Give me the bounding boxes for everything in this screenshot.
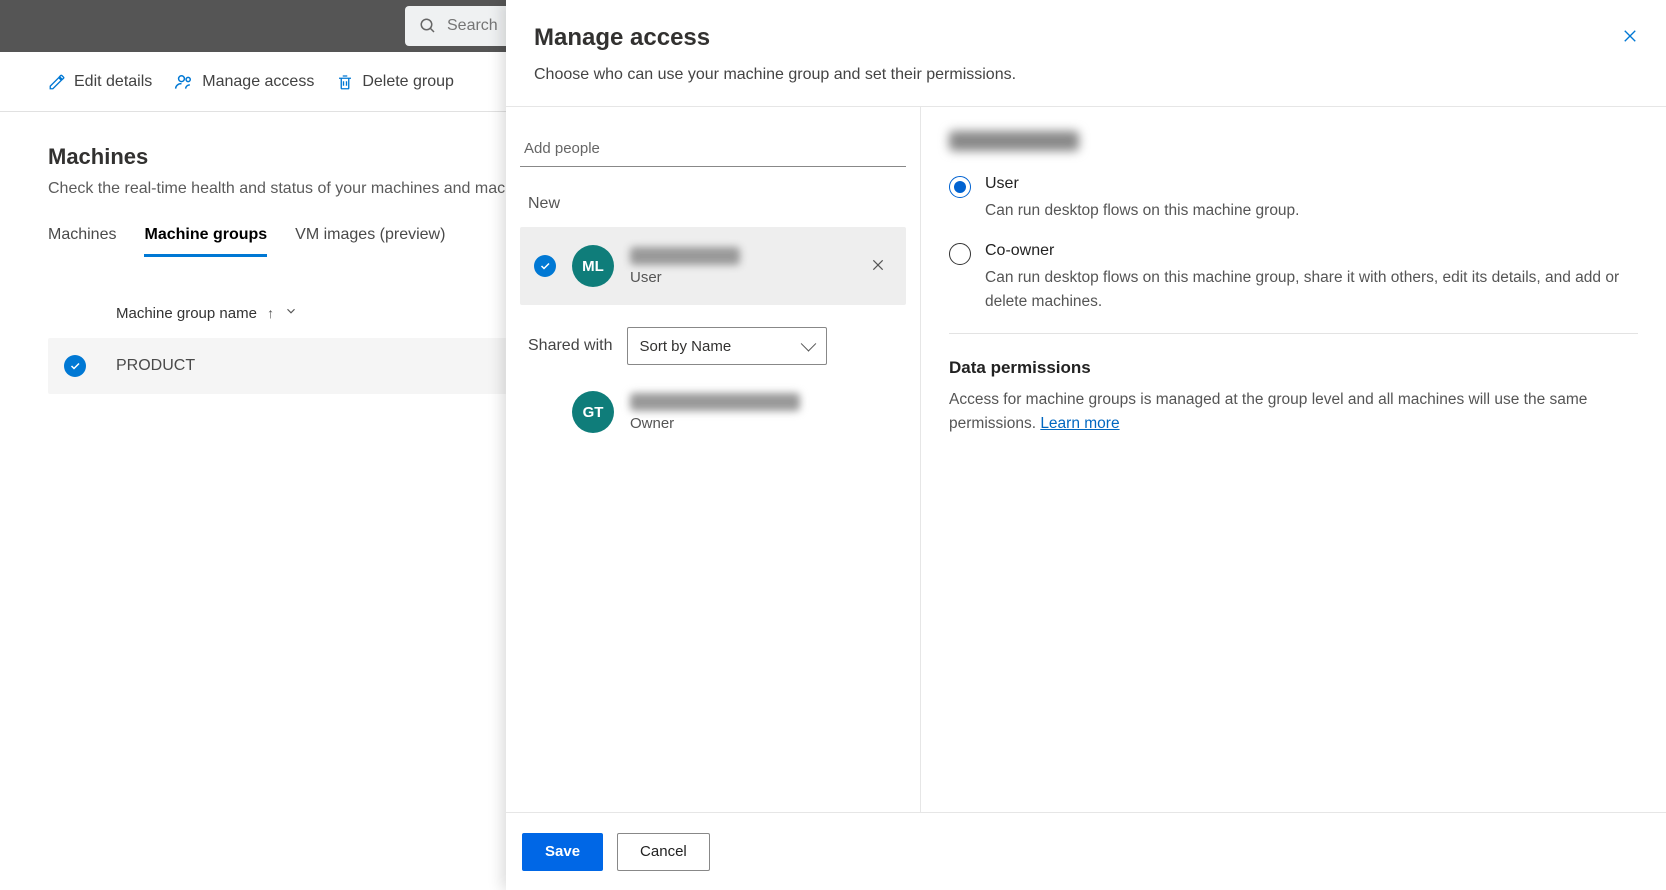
avatar: ML bbox=[572, 245, 614, 287]
panel-left-column: New ML User Shared with bbox=[506, 107, 921, 812]
panel-body: New ML User Shared with bbox=[506, 107, 1666, 812]
person-name-redacted bbox=[630, 393, 800, 411]
chevron-down-icon[interactable] bbox=[284, 304, 298, 322]
data-permissions-title: Data permissions bbox=[949, 358, 1638, 378]
avatar: GT bbox=[572, 391, 614, 433]
radio-body: User Can run desktop flows on this machi… bbox=[985, 175, 1638, 222]
radio-description: Can run desktop flows on this machine gr… bbox=[985, 199, 1638, 222]
learn-more-link[interactable]: Learn more bbox=[1040, 415, 1119, 432]
save-button[interactable]: Save bbox=[522, 833, 603, 871]
delete-group-button[interactable]: Delete group bbox=[336, 73, 454, 91]
radio-icon[interactable] bbox=[949, 176, 971, 198]
search-icon bbox=[419, 17, 437, 35]
manage-access-button[interactable]: Manage access bbox=[174, 72, 314, 92]
person-text: User bbox=[630, 247, 848, 286]
shared-with-row: Shared with Sort by Name bbox=[528, 327, 906, 365]
sort-dropdown-value: Sort by Name bbox=[640, 338, 732, 355]
tab-machines[interactable]: Machines bbox=[48, 226, 116, 257]
shared-with-label: Shared with bbox=[528, 337, 613, 355]
panel-subtitle: Choose who can use your machine group an… bbox=[534, 66, 1638, 84]
panel-close-button[interactable] bbox=[1618, 24, 1642, 48]
role-radio-coowner[interactable]: Co-owner Can run desktop flows on this m… bbox=[949, 242, 1638, 313]
panel-header: Manage access Choose who can use your ma… bbox=[506, 0, 1666, 107]
delete-group-label: Delete group bbox=[362, 73, 454, 91]
person-row-shared[interactable]: GT Owner bbox=[520, 373, 906, 451]
radio-body: Co-owner Can run desktop flows on this m… bbox=[985, 242, 1638, 313]
add-people-input[interactable] bbox=[520, 131, 906, 167]
role-radio-user[interactable]: User Can run desktop flows on this machi… bbox=[949, 175, 1638, 222]
new-section-label: New bbox=[528, 195, 906, 213]
radio-label: User bbox=[985, 175, 1638, 193]
edit-details-label: Edit details bbox=[74, 73, 152, 91]
sort-dropdown[interactable]: Sort by Name bbox=[627, 327, 827, 365]
column-name-header[interactable]: Machine group name ↑ bbox=[116, 305, 274, 322]
divider bbox=[949, 333, 1638, 334]
manage-access-panel: Manage access Choose who can use your ma… bbox=[506, 0, 1666, 890]
row-name: PRODUCT bbox=[116, 357, 195, 375]
remove-person-button[interactable] bbox=[864, 251, 892, 282]
data-permissions-text: Access for machine groups is managed at … bbox=[949, 388, 1638, 436]
column-name-label: Machine group name bbox=[116, 305, 257, 322]
row-selected-icon[interactable] bbox=[64, 355, 86, 377]
tab-machine-groups[interactable]: Machine groups bbox=[144, 226, 267, 257]
person-name-redacted bbox=[630, 247, 740, 265]
edit-details-button[interactable]: Edit details bbox=[48, 73, 152, 91]
radio-icon[interactable] bbox=[949, 243, 971, 265]
radio-description: Can run desktop flows on this machine gr… bbox=[985, 266, 1638, 313]
manage-access-label: Manage access bbox=[202, 73, 314, 91]
close-icon bbox=[870, 257, 886, 273]
panel-right-column: User Can run desktop flows on this machi… bbox=[921, 107, 1666, 812]
sort-ascending-icon: ↑ bbox=[267, 305, 274, 321]
pencil-icon bbox=[48, 73, 66, 91]
tab-vm-images[interactable]: VM images (preview) bbox=[295, 226, 445, 257]
people-icon bbox=[174, 72, 194, 92]
person-selected-icon bbox=[534, 255, 556, 277]
trash-icon bbox=[336, 73, 354, 91]
cancel-button[interactable]: Cancel bbox=[617, 833, 710, 871]
panel-title: Manage access bbox=[534, 24, 1638, 52]
panel-footer: Save Cancel bbox=[506, 812, 1666, 890]
person-role: User bbox=[630, 269, 848, 286]
close-icon bbox=[1621, 27, 1639, 45]
person-role: Owner bbox=[630, 415, 892, 432]
radio-label: Co-owner bbox=[985, 242, 1638, 260]
person-text: Owner bbox=[630, 393, 892, 432]
selected-person-name-redacted bbox=[949, 131, 1079, 151]
person-row-new[interactable]: ML User bbox=[520, 227, 906, 305]
